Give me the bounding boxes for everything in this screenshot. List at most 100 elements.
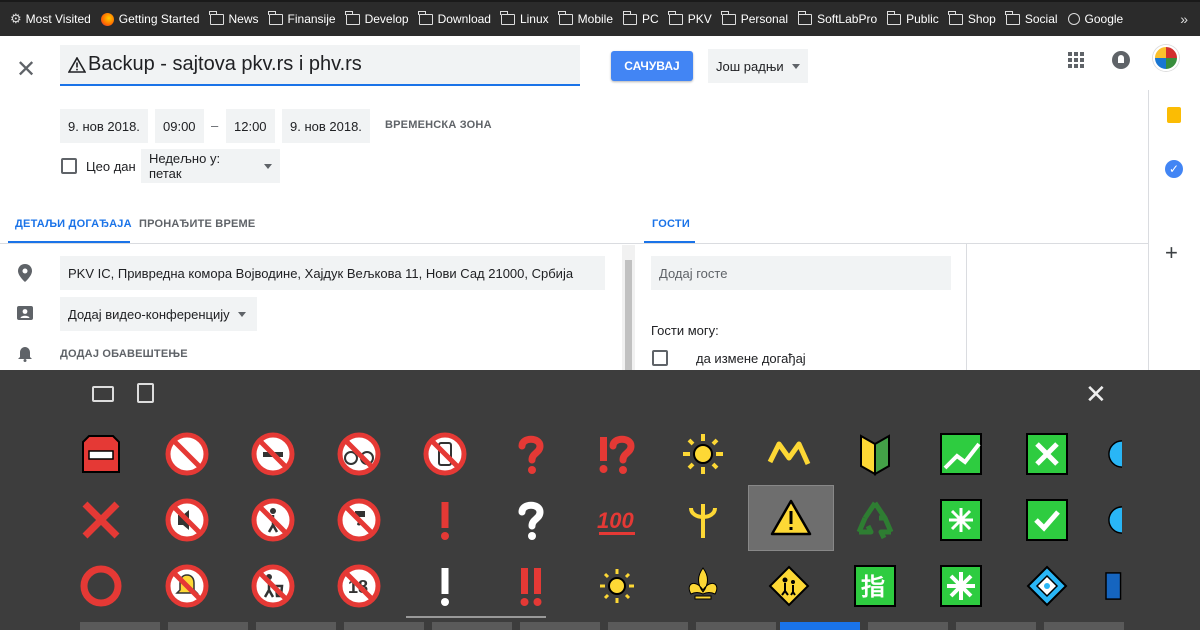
emoji-category-tab[interactable] <box>1044 622 1124 630</box>
folder-icon <box>948 10 963 25</box>
add-guests-input[interactable]: Додај госте <box>651 256 951 290</box>
all-day-checkbox[interactable] <box>61 158 77 174</box>
japanese-beginner-emoji[interactable] <box>832 421 918 487</box>
tab-event-details[interactable]: ДЕТАЉИ ДОГАЂАЈА <box>15 218 132 230</box>
no-mobile-phones-emoji[interactable] <box>402 421 488 487</box>
exclamation-mark-emoji[interactable] <box>402 487 488 553</box>
double-exclamation-mark-emoji[interactable] <box>488 553 574 619</box>
check-mark-button-emoji[interactable] <box>1004 487 1090 553</box>
recurrence-dropdown[interactable]: Недељно у: петак <box>141 149 280 183</box>
bookmark-finansije[interactable]: Finansije <box>268 10 336 26</box>
bookmark-linux[interactable]: Linux <box>500 10 549 26</box>
children-crossing-emoji[interactable] <box>746 553 832 619</box>
diamond-with-dot-emoji[interactable] <box>1004 553 1090 619</box>
trident-emoji[interactable] <box>660 487 746 553</box>
bookmark-most-visited[interactable]: ⚙ Most Visited <box>10 11 91 27</box>
add-addon-icon[interactable]: + <box>1165 240 1178 266</box>
hollow-red-circle-emoji[interactable] <box>58 553 144 619</box>
eight-spoked-asterisk-alt-emoji[interactable] <box>918 553 1004 619</box>
timezone-button[interactable]: ВРЕМЕНСКА ЗОНА <box>385 119 492 131</box>
bookmark-pc[interactable]: PC <box>622 10 659 26</box>
emoji-category-tab[interactable] <box>168 622 248 630</box>
emoji-category-tab[interactable] <box>956 622 1036 630</box>
tab-find-time[interactable]: ПРОНАЂИТЕ ВРЕМЕ <box>139 218 255 230</box>
question-mark-emoji[interactable] <box>488 421 574 487</box>
cross-mark-button-emoji[interactable] <box>1004 421 1090 487</box>
white-question-mark-emoji[interactable] <box>488 487 574 553</box>
recycling-emoji[interactable] <box>832 487 918 553</box>
location-field[interactable]: PKV IC, Привредна комора Војводине, Хајд… <box>60 256 605 290</box>
bell-with-slash-emoji[interactable] <box>144 553 230 619</box>
chart-yen-emoji[interactable] <box>918 421 1004 487</box>
add-notification-button[interactable]: ДОДАЈ ОБАВЕШТЕЊЕ <box>60 348 188 360</box>
dim-button-emoji[interactable] <box>574 553 660 619</box>
more-actions-dropdown[interactable]: Још радњи <box>708 49 808 83</box>
bookmark-getting-started[interactable]: Getting Started <box>100 12 200 26</box>
emoji-category-tab-active[interactable] <box>780 622 860 630</box>
bookmark-pkv[interactable]: PKV <box>668 10 712 26</box>
bookmark-personal[interactable]: Personal <box>721 10 788 26</box>
start-date-field[interactable]: 9. нов 2018. <box>60 109 148 143</box>
start-time-field[interactable]: 09:00 <box>155 109 204 143</box>
end-date-field[interactable]: 9. нов 2018. <box>282 109 370 143</box>
emoji-category-tab[interactable] <box>432 622 512 630</box>
notifications-icon[interactable] <box>1112 51 1130 69</box>
save-button[interactable]: САЧУВАЈ <box>611 51 693 81</box>
details-scrollbar[interactable] <box>622 245 635 370</box>
guests-modify-checkbox[interactable] <box>652 350 668 366</box>
bookmark-shop[interactable]: Shop <box>948 10 996 26</box>
no-littering-emoji[interactable] <box>230 421 316 487</box>
event-title-input[interactable]: Backup - sajtova pkv.rs i phv.rs <box>60 45 580 86</box>
partial-emoji[interactable] <box>1090 487 1122 553</box>
bookmark-softlabpro[interactable]: SoftLabPro <box>797 10 877 26</box>
non-potable-water-emoji[interactable] <box>316 487 402 553</box>
partial-emoji[interactable] <box>1090 421 1122 487</box>
tasks-icon[interactable]: ✓ <box>1165 160 1183 178</box>
part-alternation-mark-emoji[interactable] <box>746 421 832 487</box>
overflow-chevron-icon[interactable]: » <box>1180 11 1188 27</box>
bookmark-develop[interactable]: Develop <box>345 10 409 26</box>
bright-button-emoji[interactable] <box>660 421 746 487</box>
bookmark-google[interactable]: Google <box>1067 12 1123 26</box>
no-one-under-eighteen-emoji[interactable]: 18 <box>316 553 402 619</box>
avatar[interactable] <box>1153 45 1179 71</box>
warning-sign-emoji-selected[interactable] <box>748 485 834 551</box>
no-pedestrians-emoji[interactable] <box>230 487 316 553</box>
bookmark-mobile[interactable]: Mobile <box>558 10 613 26</box>
emoji-category-tab[interactable] <box>868 622 948 630</box>
no-bicycles-emoji[interactable] <box>316 421 402 487</box>
bookmark-public[interactable]: Public <box>886 10 939 26</box>
prohibited-emoji[interactable] <box>144 421 230 487</box>
apps-grid-icon[interactable] <box>1068 52 1084 68</box>
eight-spoked-asterisk-emoji[interactable] <box>918 487 1004 553</box>
bookmark-download[interactable]: Download <box>418 10 491 26</box>
caret-down-icon <box>791 63 800 69</box>
muted-speaker-emoji[interactable] <box>144 487 230 553</box>
emoji-category-tab[interactable] <box>256 622 336 630</box>
hundred-points-emoji[interactable]: 100 <box>574 487 660 553</box>
emoji-category-tab[interactable] <box>520 622 600 630</box>
japanese-finger-button-emoji[interactable]: 指 <box>832 553 918 619</box>
bookmark-social[interactable]: Social <box>1005 10 1058 26</box>
white-exclamation-mark-emoji[interactable] <box>402 553 488 619</box>
folder-icon <box>345 10 360 25</box>
emoji-panel-close-icon[interactable]: ✕ <box>1085 379 1107 410</box>
no-entry-emoji[interactable] <box>58 421 144 487</box>
add-video-conference-dropdown[interactable]: Додај видео-конференцију <box>60 297 257 331</box>
emoji-category-tab[interactable] <box>608 622 688 630</box>
bookmark-news[interactable]: News <box>209 10 259 26</box>
litter-in-bin-emoji[interactable] <box>230 553 316 619</box>
partial-emoji[interactable] <box>1090 553 1122 619</box>
fleur-de-lis-emoji[interactable] <box>660 553 746 619</box>
end-time-field[interactable]: 12:00 <box>226 109 275 143</box>
keep-icon[interactable] <box>1167 107 1181 123</box>
keyboard-icon[interactable] <box>92 386 114 402</box>
cross-mark-emoji[interactable] <box>58 487 144 553</box>
emoji-category-tab[interactable] <box>696 622 776 630</box>
emoji-category-tab[interactable] <box>344 622 424 630</box>
clipboard-icon[interactable] <box>137 383 154 403</box>
more-actions-label: Још радњи <box>716 58 784 74</box>
emoji-category-tab[interactable] <box>80 622 160 630</box>
exclamation-question-mark-emoji[interactable] <box>574 421 660 487</box>
close-icon[interactable]: ✕ <box>16 55 36 84</box>
